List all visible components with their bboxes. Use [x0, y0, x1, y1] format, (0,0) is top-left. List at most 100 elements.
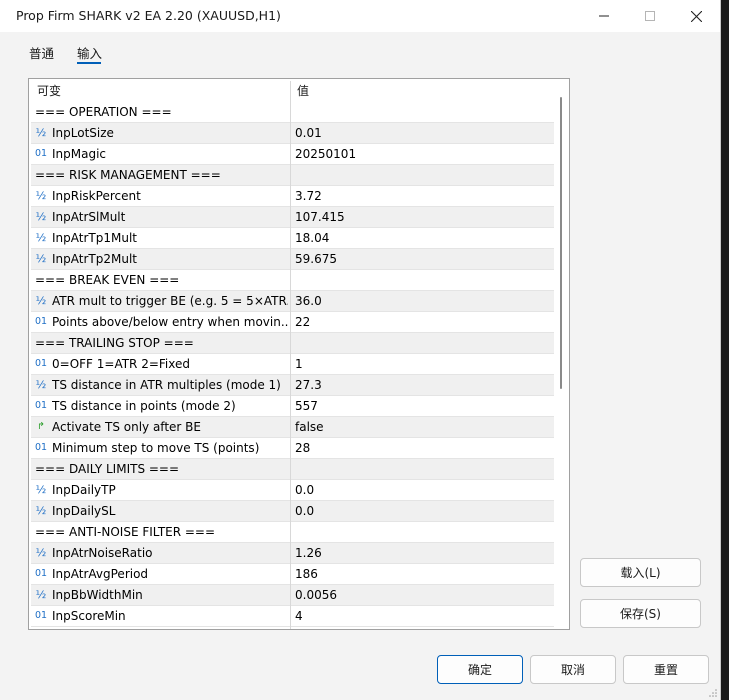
- parameter-name: Minimum step to move TS (points): [52, 441, 260, 455]
- parameter-name: Activate TS only after BE: [52, 420, 201, 434]
- parameter-value[interactable]: 557: [295, 396, 318, 416]
- parameter-name: InpAtrTp2Mult: [52, 252, 137, 266]
- parameter-row[interactable]: 01 Points above/below entry when movin...…: [31, 312, 554, 333]
- ok-button[interactable]: 确定: [437, 655, 523, 684]
- scrollbar-thumb[interactable]: [560, 97, 562, 389]
- parameter-row[interactable]: ½ InpLotSize 0.01: [31, 123, 554, 144]
- maximize-button: [627, 0, 673, 32]
- int-type-icon: 01: [34, 610, 48, 621]
- double-type-icon: ½: [35, 210, 47, 223]
- parameter-name: InpDailyTP: [52, 483, 116, 497]
- section-label: === RISK MANAGEMENT ===: [35, 168, 221, 182]
- parameter-row[interactable]: ↱ Activate TS only after BE false: [31, 417, 554, 438]
- ea-properties-dialog: Prop Firm SHARK v2 EA 2.20 (XAUUSD,H1) 普…: [0, 0, 721, 700]
- double-type-icon: ½: [35, 504, 47, 517]
- parameter-name: ATR mult to trigger BE (e.g. 5 = 5×ATR..…: [52, 294, 288, 308]
- parameter-value[interactable]: false: [295, 417, 324, 437]
- int-type-icon: 01: [34, 400, 48, 411]
- parameter-row[interactable]: 01 InpMagic 20250101: [31, 144, 554, 165]
- parameter-value[interactable]: 107.415: [295, 207, 345, 227]
- parameter-row[interactable]: ½ InpDailyTP 0.0: [31, 480, 554, 501]
- parameter-value[interactable]: 22: [295, 312, 310, 332]
- section-row[interactable]: === DAILY LIMITS ===: [31, 459, 554, 480]
- parameter-row[interactable]: 01 Minimum step to move TS (points) 28: [31, 438, 554, 459]
- parameter-value[interactable]: 20250101: [295, 144, 356, 164]
- parameter-row[interactable]: ½ TS distance in ATR multiples (mode 1) 27…: [31, 375, 554, 396]
- bool-type-icon: ↱: [37, 421, 45, 432]
- double-type-icon: ½: [35, 483, 47, 496]
- active-tab-indicator: [77, 62, 101, 64]
- parameter-row[interactable]: ½ InpAtrSlMult 107.415: [31, 207, 554, 228]
- table-body: === OPERATION === ½ InpLotSize 0.01 01 InpMag…: [31, 102, 554, 627]
- parameter-row[interactable]: ½ InpBbWidthMin 0.0056: [31, 585, 554, 606]
- parameter-row[interactable]: ½ InpAtrTp2Mult 59.675: [31, 249, 554, 270]
- vertical-scrollbar[interactable]: [556, 81, 568, 629]
- parameter-value[interactable]: 1: [295, 354, 303, 374]
- load-button[interactable]: 载入(L): [580, 558, 701, 587]
- section-label: === BREAK EVEN ===: [35, 273, 180, 287]
- double-type-icon: ½: [35, 126, 47, 139]
- section-row[interactable]: === OPERATION ===: [31, 102, 554, 123]
- parameter-row[interactable]: ½ InpDailySL 0.0: [31, 501, 554, 522]
- resize-grip-icon[interactable]: [708, 688, 718, 698]
- parameter-name: InpBbWidthMin: [52, 588, 143, 602]
- parameter-name: TS distance in ATR multiples (mode 1): [52, 378, 281, 392]
- parameter-name: InpAtrAvgPeriod: [52, 567, 149, 581]
- parameter-row[interactable]: 01 InpAtrAvgPeriod 186: [31, 564, 554, 585]
- parameter-row[interactable]: 01 0=OFF 1=ATR 2=Fixed 1: [31, 354, 554, 375]
- parameter-name: InpDailySL: [52, 504, 116, 518]
- column-header-value[interactable]: 值: [297, 81, 309, 102]
- title-bar[interactable]: Prop Firm SHARK v2 EA 2.20 (XAUUSD,H1): [0, 0, 720, 32]
- double-type-icon: ½: [35, 231, 47, 244]
- minimize-icon: [599, 15, 609, 17]
- maximize-icon: [645, 11, 655, 21]
- int-type-icon: 01: [34, 568, 48, 579]
- double-type-icon: ½: [35, 378, 47, 391]
- parameter-value[interactable]: 4: [295, 606, 303, 626]
- parameter-name: InpRiskPercent: [52, 189, 141, 203]
- section-row[interactable]: === BREAK EVEN ===: [31, 270, 554, 291]
- parameter-value[interactable]: 3.72: [295, 186, 322, 206]
- column-divider[interactable]: [290, 81, 291, 629]
- parameter-value[interactable]: 28: [295, 438, 310, 458]
- window-title: Prop Firm SHARK v2 EA 2.20 (XAUUSD,H1): [16, 8, 281, 23]
- save-button[interactable]: 保存(S): [580, 599, 701, 628]
- column-header-variable[interactable]: 可变: [37, 81, 61, 102]
- int-type-icon: 01: [34, 316, 48, 327]
- parameter-value[interactable]: 0.01: [295, 123, 322, 143]
- parameter-row[interactable]: ½ ATR mult to trigger BE (e.g. 5 = 5×ATR.…: [31, 291, 554, 312]
- minimize-button[interactable]: [581, 0, 627, 32]
- parameter-value[interactable]: 0.0: [295, 501, 314, 521]
- parameter-value[interactable]: 1.26: [295, 543, 322, 563]
- int-type-icon: 01: [34, 442, 48, 453]
- tab-common[interactable]: 普通: [29, 43, 54, 62]
- parameter-row[interactable]: 01 TS distance in points (mode 2) 557: [31, 396, 554, 417]
- parameter-name: Points above/below entry when movin...: [52, 315, 288, 329]
- parameter-value[interactable]: 27.3: [295, 375, 322, 395]
- close-button[interactable]: [673, 0, 719, 32]
- parameter-row[interactable]: 01 InpScoreMin 4: [31, 606, 554, 627]
- parameter-value[interactable]: 59.675: [295, 249, 337, 269]
- section-row[interactable]: === RISK MANAGEMENT ===: [31, 165, 554, 186]
- reset-button[interactable]: 重置: [623, 655, 709, 684]
- tab-inputs[interactable]: 输入: [77, 43, 102, 62]
- inputs-table: 可变 值 === OPERATION === ½ InpLotSize 0.01 01 I…: [28, 78, 570, 630]
- section-label: === DAILY LIMITS ===: [35, 462, 180, 476]
- section-row[interactable]: === TRAILING STOP ===: [31, 333, 554, 354]
- parameter-value[interactable]: 186: [295, 564, 318, 584]
- parameter-name: InpScoreMin: [52, 609, 126, 623]
- background-app-strip: [720, 0, 729, 700]
- parameter-value[interactable]: 18.04: [295, 228, 329, 248]
- double-type-icon: ½: [35, 252, 47, 265]
- parameter-value[interactable]: 0.0: [295, 480, 314, 500]
- parameter-name: InpAtrSlMult: [52, 210, 126, 224]
- close-icon: [690, 10, 702, 22]
- parameter-value[interactable]: 36.0: [295, 291, 322, 311]
- cancel-button[interactable]: 取消: [530, 655, 616, 684]
- double-type-icon: ½: [35, 294, 47, 307]
- parameter-row[interactable]: ½ InpAtrNoiseRatio 1.26: [31, 543, 554, 564]
- parameter-row[interactable]: ½ InpAtrTp1Mult 18.04: [31, 228, 554, 249]
- parameter-row[interactable]: ½ InpRiskPercent 3.72: [31, 186, 554, 207]
- section-row[interactable]: === ANTI-NOISE FILTER ===: [31, 522, 554, 543]
- parameter-value[interactable]: 0.0056: [295, 585, 337, 605]
